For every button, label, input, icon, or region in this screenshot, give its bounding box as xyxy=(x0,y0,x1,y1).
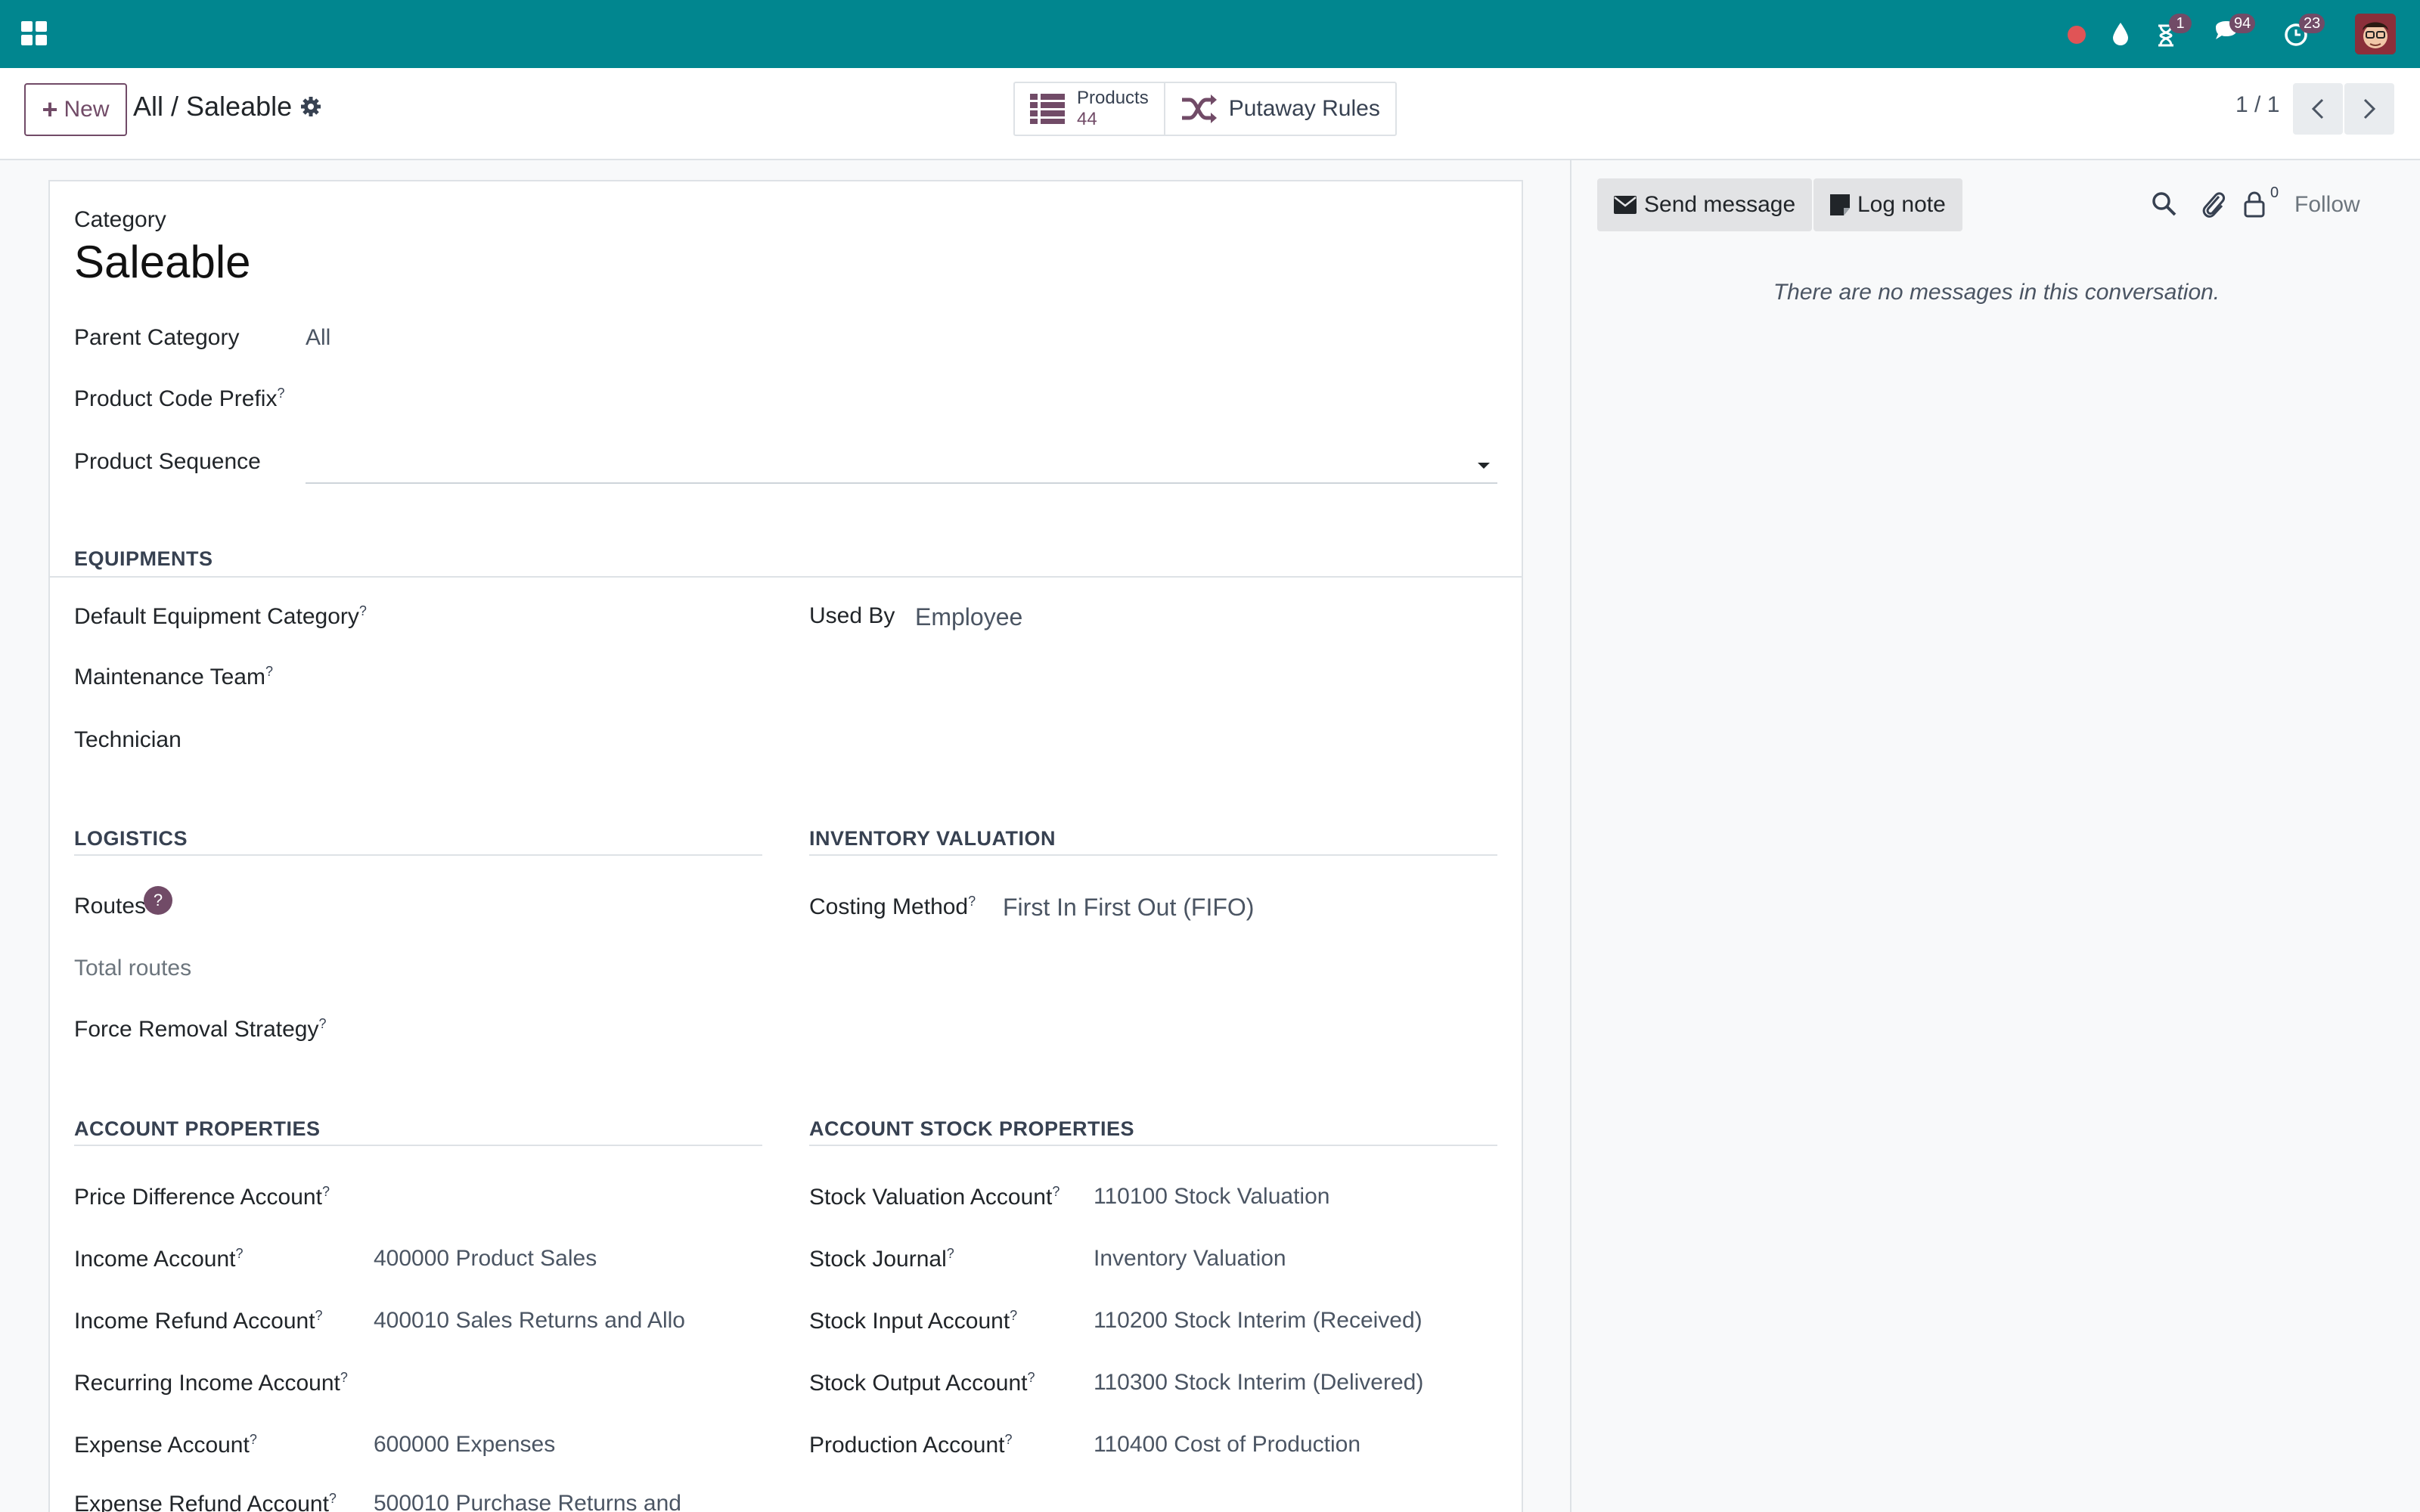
used-by-field[interactable]: Employee xyxy=(915,603,1022,631)
equipments-divider xyxy=(50,576,1522,578)
stock-valuation-account-label: Stock Valuation Account? xyxy=(809,1184,1060,1210)
new-button[interactable]: + New xyxy=(24,83,127,136)
account-properties-divider xyxy=(74,1145,762,1146)
force-removal-strategy-label: Force Removal Strategy? xyxy=(74,1016,327,1042)
used-by-label: Used By xyxy=(809,603,895,628)
chat-bubble-icon[interactable]: 94 xyxy=(2211,14,2256,50)
inventory-valuation-section-title: INVENTORY VALUATION xyxy=(809,827,1056,850)
equipments-section-title: EQUIPMENTS xyxy=(74,547,213,570)
account-stock-properties-divider xyxy=(809,1145,1497,1146)
costing-method-field[interactable]: First In First Out (FIFO) xyxy=(1003,894,1254,922)
stock-input-account-label: Stock Input Account? xyxy=(809,1308,1018,1334)
control-panel: + New All / Saleable Products 44 Putaway… xyxy=(0,68,2420,160)
products-label: Products xyxy=(1077,88,1149,108)
logistics-section-title: LOGISTICS xyxy=(74,827,188,850)
income-refund-account-label: Income Refund Account? xyxy=(74,1308,323,1334)
messages-badge: 94 xyxy=(2229,14,2256,33)
recording-dot-icon[interactable] xyxy=(2062,17,2095,50)
shuffle-icon xyxy=(1181,94,1217,123)
account-properties-section-title: ACCOUNT PROPERTIES xyxy=(74,1117,321,1140)
stock-journal-label: Stock Journal? xyxy=(809,1246,954,1272)
hourglass-icon[interactable]: 1 xyxy=(2151,14,2192,50)
default-equipment-category-label: Default Equipment Category? xyxy=(74,603,367,629)
new-button-label: New xyxy=(64,97,110,122)
expense-refund-account-field[interactable]: 500010 Purchase Returns and xyxy=(374,1491,691,1512)
smart-buttons: Products 44 Putaway Rules xyxy=(1013,82,1397,136)
empty-conversation-message: There are no messages in this conversati… xyxy=(1773,280,2220,305)
logistics-divider xyxy=(74,854,762,856)
droplet-icon[interactable] xyxy=(2105,17,2139,50)
breadcrumb: All / Saleable xyxy=(133,91,322,122)
price-difference-account-label: Price Difference Account? xyxy=(74,1184,330,1210)
log-note-label: Log note xyxy=(1857,192,1946,217)
routes-help-icon[interactable]: ? xyxy=(144,886,172,915)
scheduled-badge: 23 xyxy=(2299,14,2325,33)
parent-category-field[interactable]: All xyxy=(306,325,330,351)
grid-icon[interactable] xyxy=(21,21,48,48)
lock-icon[interactable] xyxy=(2243,191,2266,218)
stock-valuation-account-field[interactable]: 110100 Stock Valuation xyxy=(1094,1184,1329,1210)
costing-method-label: Costing Method? xyxy=(809,894,976,919)
envelope-icon xyxy=(1614,196,1637,214)
search-icon[interactable] xyxy=(2151,191,2178,218)
stock-journal-field[interactable]: Inventory Valuation xyxy=(1094,1246,1286,1272)
avatar[interactable] xyxy=(2355,14,2396,54)
category-name-field[interactable]: Saleable xyxy=(74,236,251,288)
chevron-left-icon xyxy=(2311,98,2324,119)
category-label: Category xyxy=(74,207,166,232)
technician-label: Technician xyxy=(74,727,182,752)
maintenance-team-label: Maintenance Team? xyxy=(74,664,273,689)
pager-value[interactable]: 1 / 1 xyxy=(2235,92,2279,118)
list-icon xyxy=(1030,94,1065,124)
routes-label: Routes xyxy=(74,894,147,919)
top-navbar: 1 94 23 xyxy=(0,0,2420,68)
gear-icon[interactable] xyxy=(299,95,322,118)
parent-category-label: Parent Category xyxy=(74,325,240,350)
followers-count: 0 xyxy=(2270,184,2279,201)
paperclip-icon[interactable] xyxy=(2199,189,2226,219)
clock-icon[interactable]: 23 xyxy=(2281,14,2325,50)
putaway-rules-smart-button[interactable]: Putaway Rules xyxy=(1163,83,1395,135)
total-routes-label: Total routes xyxy=(74,956,192,981)
recurring-income-account-label: Recurring Income Account? xyxy=(74,1370,348,1396)
send-message-label: Send message xyxy=(1644,192,1796,217)
stock-input-account-field[interactable]: 110200 Stock Interim (Received) xyxy=(1094,1308,1423,1334)
chevron-right-icon xyxy=(2363,98,2376,119)
log-note-button[interactable]: Log note xyxy=(1813,178,1962,231)
plus-icon: + xyxy=(42,94,58,125)
expense-account-field[interactable]: 600000 Expenses xyxy=(374,1432,555,1458)
income-account-label: Income Account? xyxy=(74,1246,244,1272)
product-sequence-label: Product Sequence xyxy=(74,449,261,474)
income-account-field[interactable]: 400000 Product Sales xyxy=(374,1246,597,1272)
account-stock-properties-section-title: ACCOUNT STOCK PROPERTIES xyxy=(809,1117,1135,1140)
products-smart-button[interactable]: Products 44 xyxy=(1015,83,1164,135)
expense-refund-account-label: Expense Refund Account? xyxy=(74,1491,337,1512)
activity-badge: 1 xyxy=(2169,14,2192,33)
product-code-prefix-label: Product Code Prefix? xyxy=(74,386,285,411)
follow-button[interactable]: Follow xyxy=(2294,192,2360,218)
chatter-divider xyxy=(1570,160,1571,1512)
production-account-field[interactable]: 110400 Cost of Production xyxy=(1094,1432,1360,1458)
pager-next-button[interactable] xyxy=(2344,83,2394,135)
production-account-label: Production Account? xyxy=(809,1432,1013,1458)
income-refund-account-field[interactable]: 400010 Sales Returns and Allo xyxy=(374,1308,691,1334)
stock-output-account-label: Stock Output Account? xyxy=(809,1370,1035,1396)
products-count: 44 xyxy=(1077,109,1097,129)
caret-down-icon xyxy=(1478,463,1490,469)
expense-account-label: Expense Account? xyxy=(74,1432,257,1458)
product-sequence-select[interactable] xyxy=(306,445,1497,484)
stock-output-account-field[interactable]: 110300 Stock Interim (Delivered) xyxy=(1094,1370,1423,1396)
putaway-rules-label: Putaway Rules xyxy=(1228,96,1380,121)
send-message-button[interactable]: Send message xyxy=(1597,178,1813,231)
breadcrumb-text[interactable]: All / Saleable xyxy=(133,91,292,122)
inventory-valuation-divider xyxy=(809,854,1497,856)
note-icon xyxy=(1830,194,1850,215)
pager-previous-button[interactable] xyxy=(2293,83,2343,135)
